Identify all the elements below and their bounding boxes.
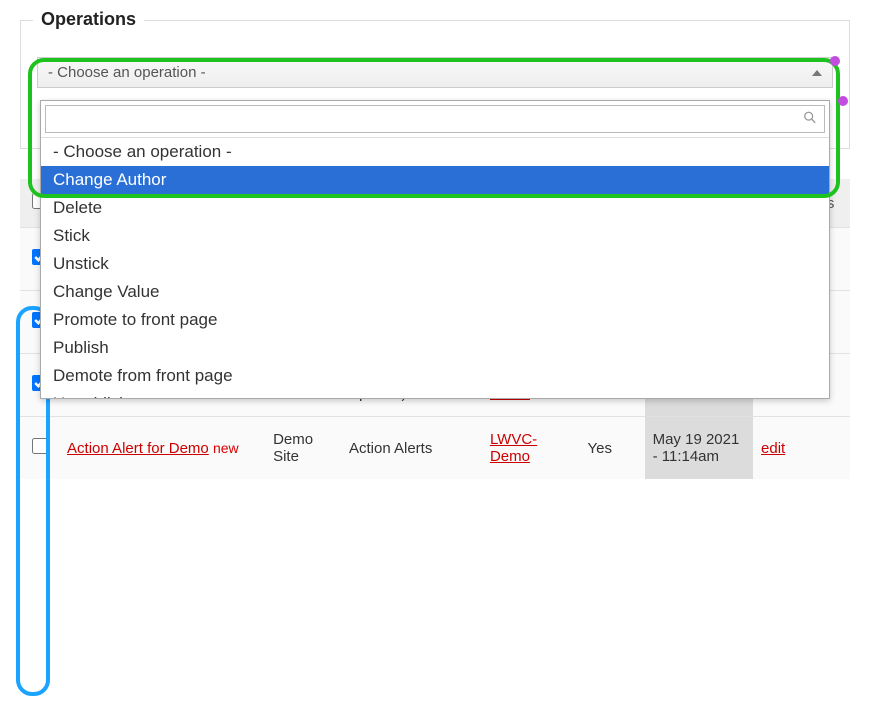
annotation-dot-1: [830, 56, 840, 66]
operation-select[interactable]: - Choose an operation -: [37, 57, 833, 88]
row-published: Yes: [580, 417, 645, 480]
operation-dropdown: - Choose an operation -Change AuthorDele…: [40, 100, 830, 399]
dropdown-option[interactable]: Change Value: [41, 278, 829, 306]
row-checkbox[interactable]: [32, 438, 48, 454]
dropdown-option[interactable]: Delete: [41, 194, 829, 222]
row-title-link[interactable]: Action Alert for Demo: [67, 440, 209, 457]
dropdown-option[interactable]: - Choose an operation -: [41, 138, 829, 166]
dropdown-option[interactable]: Change Author: [41, 166, 829, 194]
row-author-link[interactable]: LWVC-Demo: [490, 431, 537, 465]
operation-select-label: - Choose an operation -: [48, 64, 206, 81]
dropdown-search-input[interactable]: [45, 105, 825, 133]
row-type: Action Alerts: [341, 417, 482, 480]
row-edit-link[interactable]: edit: [761, 440, 785, 457]
dropdown-option[interactable]: Unstick: [41, 250, 829, 278]
dropdown-option[interactable]: Demote from front page: [41, 362, 829, 390]
dropdown-option[interactable]: Promote to front page: [41, 306, 829, 334]
dropdown-option[interactable]: Publish: [41, 334, 829, 362]
annotation-dot-2: [838, 96, 848, 106]
search-icon: [803, 111, 817, 128]
dropdown-option[interactable]: Stick: [41, 222, 829, 250]
dropdown-option-list[interactable]: - Choose an operation -Change AuthorDele…: [41, 138, 829, 398]
dropdown-option[interactable]: Unpublish: [41, 390, 829, 398]
dropdown-search-row: [41, 101, 829, 138]
row-tag: new: [213, 440, 239, 456]
panel-title: Operations: [33, 9, 144, 30]
table-row: Action Alert for Demo new Demo SiteAction…: [20, 417, 850, 480]
row-date: May 19 2021 - 11:14am: [645, 417, 753, 480]
row-subsite: Demo Site: [265, 417, 341, 480]
